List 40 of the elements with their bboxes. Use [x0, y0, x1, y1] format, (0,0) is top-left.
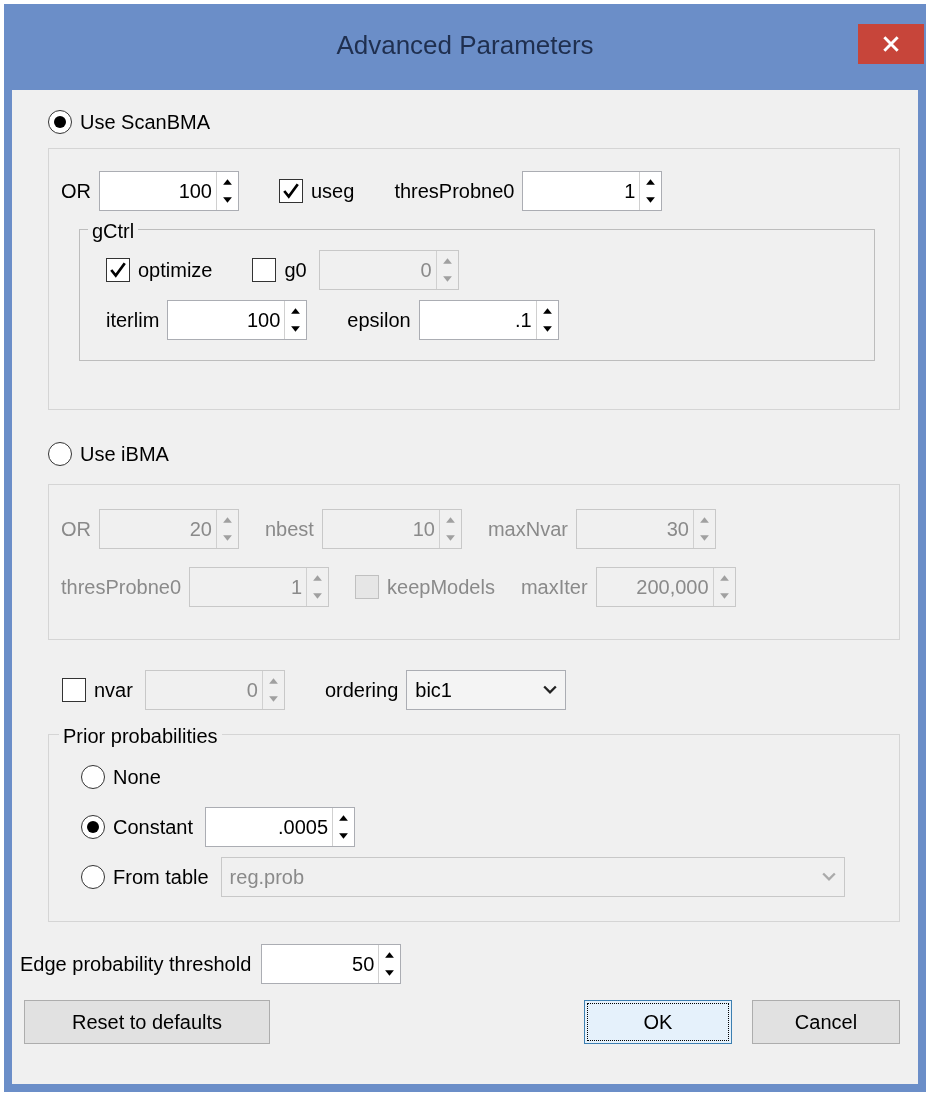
- radio-label[interactable]: Use iBMA: [80, 439, 169, 469]
- field-label: epsilon: [347, 308, 411, 333]
- checkbox-label[interactable]: useg: [311, 176, 355, 206]
- spin-box[interactable]: 100: [99, 171, 239, 211]
- spin-box[interactable]: 100: [167, 300, 308, 340]
- spin-box[interactable]: 50: [261, 944, 402, 984]
- radio-button[interactable]: [81, 815, 105, 839]
- field-label: OR: [61, 179, 91, 204]
- field-label: ordering: [324, 678, 399, 703]
- checkbox-label[interactable]: optimize: [138, 255, 213, 285]
- field-label: thresProbne0: [394, 179, 515, 204]
- field-label: maxNvar: [487, 517, 568, 542]
- spin-box[interactable]: 1: [522, 171, 663, 211]
- radio-button[interactable]: [81, 765, 105, 789]
- radio-label[interactable]: Constant: [113, 812, 194, 842]
- field-label: maxIter: [520, 575, 588, 600]
- dialog-button[interactable]: Reset to defaults: [24, 1000, 270, 1044]
- close-icon: [883, 36, 899, 52]
- field-label: thresProbne0: [61, 575, 182, 600]
- check-icon: [109, 261, 127, 279]
- checkbox[interactable]: [279, 179, 303, 203]
- field-label: iterlim: [106, 308, 160, 333]
- spin-box[interactable]: .0005: [205, 807, 356, 847]
- close-button[interactable]: [858, 24, 924, 64]
- radio-button[interactable]: [48, 442, 72, 466]
- field-label: OR: [61, 517, 91, 542]
- radio-label[interactable]: None: [113, 762, 161, 792]
- chevron-down-icon: [543, 685, 558, 695]
- field-label: Edge probability threshold: [20, 952, 252, 977]
- check-icon: [282, 182, 300, 200]
- dialog-button[interactable]: Cancel: [752, 1000, 900, 1044]
- field-label: nbest: [265, 517, 314, 542]
- checkbox[interactable]: [106, 258, 130, 282]
- dialog-button[interactable]: OK: [584, 1000, 732, 1044]
- chevron-down-icon: [821, 872, 836, 882]
- dropdown[interactable]: bic1: [406, 670, 567, 710]
- window-title: Advanced Parameters: [336, 29, 594, 62]
- radio-label[interactable]: Use ScanBMA: [80, 107, 211, 137]
- spin-box[interactable]: .1: [418, 300, 559, 340]
- radio-button[interactable]: [48, 110, 72, 134]
